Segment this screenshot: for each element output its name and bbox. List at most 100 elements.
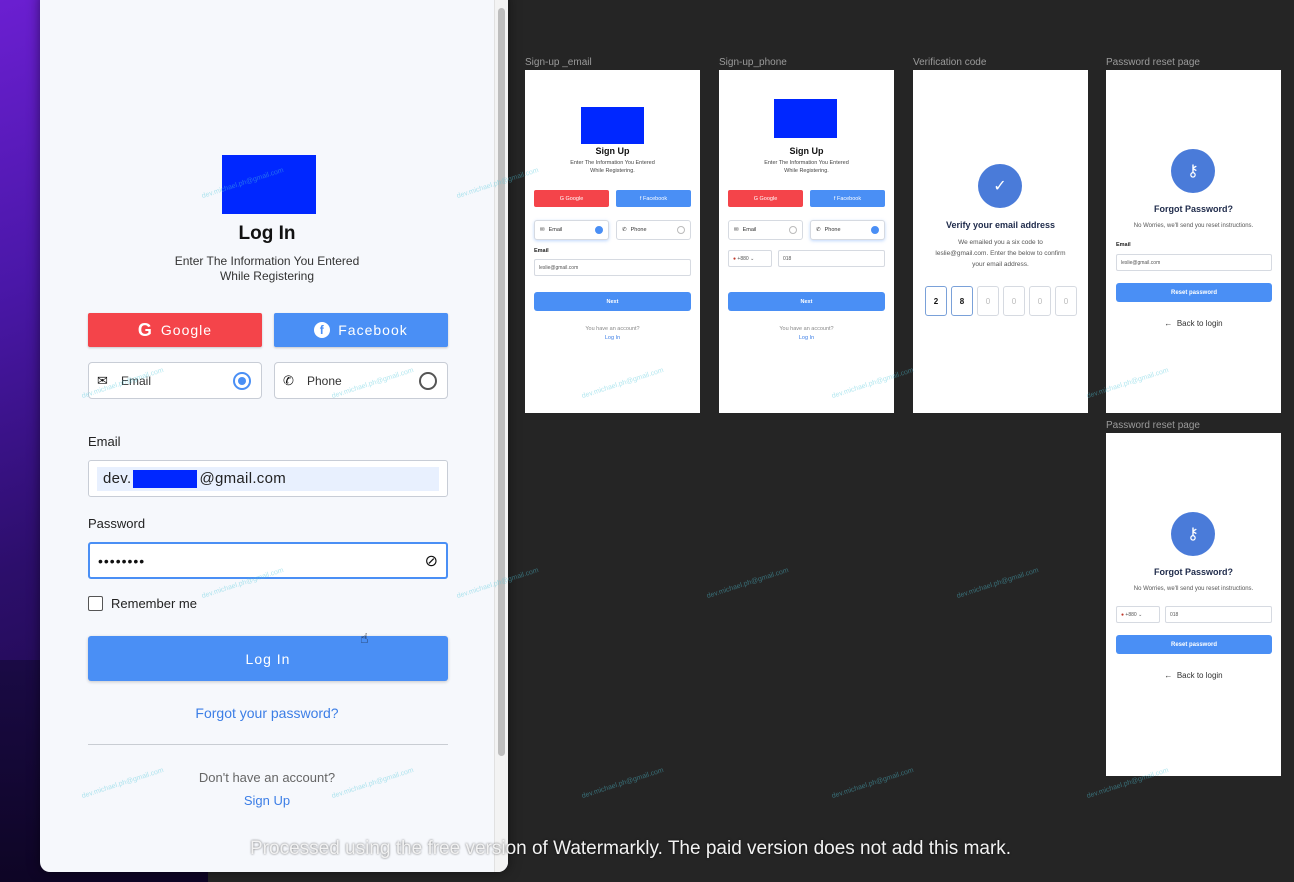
phone-radio[interactable] [871, 226, 879, 234]
forgot-password-link[interactable]: Forgot your password? [40, 705, 494, 721]
email-input[interactable]: leslie@gmail.com [1116, 254, 1272, 271]
frame-label-verification: Verification code [913, 57, 987, 68]
scrollbar[interactable] [494, 0, 508, 872]
forgot-text: No Worries, we'll send you reset instruc… [1133, 586, 1254, 592]
frame-reset-phone[interactable]: ⚷ Forgot Password? No Worries, we'll sen… [1106, 433, 1281, 776]
country-code-select[interactable]: ● +880 ⌄ [1116, 606, 1160, 623]
envelope-icon: ✉ [734, 227, 739, 233]
email-field-label: Email [88, 434, 121, 449]
method-phone[interactable]: ✆ Phone [616, 220, 691, 240]
frame-signup-phone[interactable]: Sign Up Enter The Information You Entere… [719, 70, 894, 413]
login-button[interactable]: Log In [88, 636, 448, 681]
google-button-label: Google [160, 322, 213, 338]
phone-radio[interactable] [677, 226, 685, 234]
back-to-login-link[interactable]: ← Back to login [1106, 319, 1281, 328]
method-phone[interactable]: ✆ Phone [810, 220, 885, 240]
method-email-label: Email [548, 227, 563, 233]
subtitle-line-1: Enter The Information You Entered [174, 254, 360, 268]
login-link[interactable]: Log In [719, 335, 894, 341]
eye-slash-icon[interactable]: ⊘ [425, 551, 438, 571]
divider [88, 744, 448, 745]
verify-text-2: leslie@gmail.com. Enter the below to con… [935, 250, 1066, 257]
email-radio[interactable] [595, 226, 603, 234]
method-email[interactable]: ✉ Email [728, 220, 803, 240]
chevron-down-icon: ⌄ [1136, 611, 1143, 618]
verify-text: We emailed you a six code to leslie@gmai… [919, 237, 1082, 270]
frame-subtitle-1: Enter The Information You Entered [570, 160, 655, 166]
email-redaction [133, 469, 198, 488]
remember-me[interactable]: Remember me [88, 596, 197, 611]
country-code: +880 [737, 255, 749, 262]
login-window: Log In Enter The Information You Entered… [40, 0, 508, 872]
next-button[interactable]: Next [728, 292, 885, 311]
frame-subtitle-1: Enter The Information You Entered [764, 160, 849, 166]
frame-label-reset-email: Password reset page [1106, 57, 1200, 68]
google-icon: G [137, 319, 153, 340]
email-radio[interactable] [789, 226, 797, 234]
facebook-button-label: Facebook [338, 322, 408, 338]
verify-text-3: your email address. [972, 261, 1029, 268]
frame-label-signup-email: Sign-up _email [525, 57, 592, 68]
facebook-button[interactable]: f Facebook [274, 313, 448, 347]
email-radio[interactable] [233, 371, 251, 390]
code-digit-2[interactable]: 8 [951, 286, 973, 316]
code-digit-4[interactable]: 0 [1003, 286, 1025, 316]
facebook-button[interactable]: f Facebook [810, 190, 885, 207]
scrollbar-thumb[interactable] [498, 8, 505, 756]
facebook-icon: f [314, 322, 331, 338]
google-button[interactable]: G Google [88, 313, 262, 347]
method-email[interactable]: ✉ Email [534, 220, 609, 240]
frame-reset-email[interactable]: ⚷ Forgot Password? No Worries, we'll sen… [1106, 70, 1281, 413]
phone-input[interactable]: 018 [778, 250, 885, 267]
email-label: Email [534, 248, 549, 254]
method-phone-label: Phone [630, 227, 647, 233]
login-method-phone[interactable]: ✆ Phone [274, 362, 448, 399]
key-icon: ⚷ [1171, 149, 1215, 193]
country-code: +880 [1125, 611, 1137, 618]
forgot-heading: Forgot Password? [1153, 567, 1233, 577]
remember-checkbox[interactable] [88, 596, 103, 611]
remember-label: Remember me [111, 596, 197, 611]
google-button[interactable]: G Google [534, 190, 609, 207]
have-account-text: You have an account? [779, 326, 834, 332]
login-method-email[interactable]: ✉ Email [88, 362, 262, 399]
email-suffix: @gmail.com [199, 470, 287, 487]
next-button[interactable]: Next [534, 292, 691, 311]
chevron-down-icon: ⌄ [748, 255, 755, 262]
frame-title: Sign Up [595, 146, 630, 156]
email-field[interactable]: dev. @gmail.com [88, 460, 448, 497]
code-digit-3[interactable]: 0 [977, 286, 999, 316]
back-to-login-link[interactable]: ← Back to login [1106, 671, 1281, 680]
country-code-select[interactable]: ● +880 ⌄ [728, 250, 772, 267]
phone-icon: ✆ [622, 227, 627, 233]
login-link[interactable]: Log In [525, 335, 700, 341]
email-input[interactable]: leslie@gmail.com [534, 259, 691, 276]
arrow-left-icon: ← [1164, 319, 1177, 328]
reset-password-button[interactable]: Reset password [1116, 635, 1272, 654]
phone-radio[interactable] [419, 371, 437, 390]
frame-signup-email[interactable]: Sign Up Enter The Information You Entere… [525, 70, 700, 413]
method-email-label: Email [742, 227, 757, 233]
facebook-label: Facebook [836, 195, 862, 202]
page-subtitle: Enter The Information You Entered While … [40, 254, 494, 284]
shield-check-icon: ✓ [978, 164, 1022, 208]
frame-verification[interactable]: ✓ Verify your email address We emailed y… [913, 70, 1088, 413]
reset-password-button[interactable]: Reset password [1116, 283, 1272, 302]
back-label: Back to login [1176, 671, 1223, 680]
frame-subtitle-2: While Registering. [590, 168, 635, 174]
forgot-heading: Forgot Password? [1153, 204, 1233, 214]
facebook-button[interactable]: f Facebook [616, 190, 691, 207]
back-label: Back to login [1176, 319, 1223, 328]
google-label: Google [759, 195, 778, 202]
google-button[interactable]: G Google [728, 190, 803, 207]
code-digit-1[interactable]: 2 [925, 286, 947, 316]
no-account-text: Don't have an account? [198, 770, 336, 785]
logo-redacted [581, 107, 644, 144]
phone-input[interactable]: 018 [1165, 606, 1272, 623]
code-digit-5[interactable]: 0 [1029, 286, 1051, 316]
password-field-label: Password [88, 516, 146, 531]
code-digit-6[interactable]: 0 [1055, 286, 1077, 316]
phone-icon: ✆ [283, 372, 294, 388]
signup-link[interactable]: Sign Up [40, 793, 494, 808]
logo-redacted [774, 99, 837, 138]
